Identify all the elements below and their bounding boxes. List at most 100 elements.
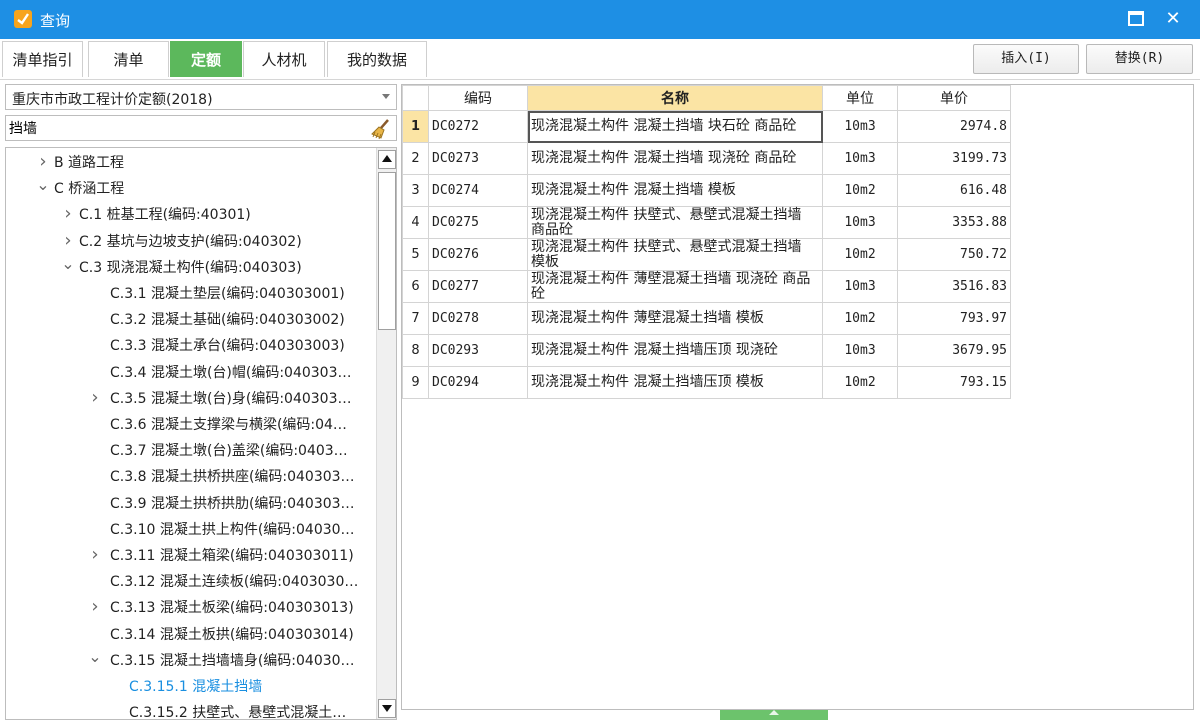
tree-item[interactable]: C.3.9 混凝土拱桥拱肋(编码:040303… [6,491,376,517]
cell-price[interactable]: 2974.8 [897,110,1011,143]
table-row[interactable]: 7 DC0278 现浇混凝土构件 薄壁混凝土挡墙 模板 10m2 793.97 [402,302,1011,335]
tree-item[interactable]: C.3.1 混凝土垫层(编码:040303001) [6,281,376,307]
cell-price[interactable]: 3679.95 [897,334,1011,367]
row-number[interactable]: 8 [402,334,429,367]
cell-unit[interactable]: 10m3 [822,142,898,175]
cell-code[interactable]: DC0276 [428,238,528,271]
table-row[interactable]: 2 DC0273 现浇混凝土构件 混凝土挡墙 现浇砼 商品砼 10m3 3199.73 [402,142,1011,175]
tree-scrollbar[interactable] [376,148,396,719]
tree-item[interactable]: C.3.3 混凝土承台(编码:040303003) [6,333,376,359]
tree-item[interactable]: C.3.14 混凝土板拱(编码:040303014) [6,622,376,648]
table-row[interactable]: 3 DC0274 现浇混凝土构件 混凝土挡墙 模板 10m2 616.48 [402,174,1011,207]
tree-item[interactable]: ⌄ C 桥涵工程 [6,176,376,202]
chevron-right-icon[interactable]: › [61,202,75,227]
cell-unit[interactable]: 10m2 [822,366,898,399]
cell-price[interactable]: 793.97 [897,302,1011,335]
cell-price[interactable]: 793.15 [897,366,1011,399]
chevron-right-icon[interactable]: › [61,229,75,254]
chevron-down-icon[interactable]: ⌄ [36,176,50,198]
cell-price[interactable]: 3353.88 [897,206,1011,239]
table-row[interactable]: 4 DC0275 现浇混凝土构件 扶壁式、悬壁式混凝土挡墙 商品砼 10m3 3353.… [402,206,1011,239]
scroll-up-button[interactable] [378,150,396,169]
row-number[interactable]: 3 [402,174,429,207]
column-header-price[interactable]: 单价 [897,85,1011,111]
table-row[interactable]: 9 DC0294 现浇混凝土构件 混凝土挡墙压顶 模板 10m2 793.15 [402,366,1011,399]
row-number[interactable]: 6 [402,270,429,303]
tab-my-data[interactable]: 我的数据 [327,41,427,77]
row-number[interactable]: 9 [402,366,429,399]
tree-item[interactable]: › B 道路工程 [6,150,376,176]
table-row[interactable]: 8 DC0293 现浇混凝土构件 混凝土挡墙压顶 现浇砼 10m3 3679.95 [402,334,1011,367]
cell-name[interactable]: 现浇混凝土构件 混凝土挡墙 模板 [527,174,823,207]
row-number[interactable]: 5 [402,238,429,271]
cell-name[interactable]: 现浇混凝土构件 混凝土挡墙压顶 模板 [527,366,823,399]
broom-icon[interactable] [370,118,392,140]
chevron-right-icon[interactable]: › [88,595,102,620]
cell-unit[interactable]: 10m3 [822,110,898,143]
chevron-right-icon[interactable]: › [88,543,102,568]
cell-unit[interactable]: 10m2 [822,174,898,207]
row-number[interactable]: 2 [402,142,429,175]
column-header-code[interactable]: 编码 [428,85,528,111]
cell-code[interactable]: DC0277 [428,270,528,303]
cell-code[interactable]: DC0273 [428,142,528,175]
row-number[interactable]: 1 [402,110,429,143]
tree-item[interactable]: C.3.6 混凝土支撑梁与横梁(编码:04… [6,412,376,438]
chevron-down-icon[interactable] [382,94,390,99]
cell-code[interactable]: DC0272 [428,110,528,143]
replace-button[interactable]: 替换(R) [1086,44,1193,74]
column-header-name[interactable]: 名称 [527,85,823,111]
library-select[interactable]: 重庆市市政工程计价定额(2018) [5,84,397,110]
cell-name[interactable]: 现浇混凝土构件 扶壁式、悬壁式混凝土挡墙 模板 [527,238,823,271]
column-header-unit[interactable]: 单位 [822,85,898,111]
cell-name[interactable]: 现浇混凝土构件 混凝土挡墙 现浇砼 商品砼 [527,142,823,175]
tree-item[interactable]: C.3.15.2 扶壁式、悬壁式混凝土… [6,700,376,719]
tree-item[interactable]: C.3.10 混凝土拱上构件(编码:04030… [6,517,376,543]
chevron-right-icon[interactable]: › [88,386,102,411]
tree-item[interactable]: › C.3.5 混凝土墩(台)身(编码:040303… [6,386,376,412]
scroll-thumb[interactable] [378,172,396,330]
tree-item[interactable]: › C.3.11 混凝土箱梁(编码:040303011) [6,543,376,569]
cell-name[interactable]: 现浇混凝土构件 薄壁混凝土挡墙 现浇砼 商品砼 [527,270,823,303]
scroll-down-button[interactable] [378,699,396,718]
cell-name[interactable]: 现浇混凝土构件 扶壁式、悬壁式混凝土挡墙 商品砼 [527,206,823,239]
tree-item[interactable]: › C.1 桩基工程(编码:40301) [6,202,376,228]
tree-item[interactable]: C.3.2 混凝土基础(编码:040303002) [6,307,376,333]
cell-code[interactable]: DC0278 [428,302,528,335]
table-row[interactable]: 5 DC0276 现浇混凝土构件 扶壁式、悬壁式混凝土挡墙 模板 10m2 750.72 [402,238,1011,271]
cell-price[interactable]: 3199.73 [897,142,1011,175]
cell-code[interactable]: DC0275 [428,206,528,239]
tree-item[interactable]: C.3.8 混凝土拱桥拱座(编码:040303… [6,464,376,490]
tab-quota[interactable]: 定额 [170,41,242,77]
cell-unit[interactable]: 10m3 [822,334,898,367]
tree-item[interactable]: ⌄ C.3.15 混凝土挡墙墙身(编码:04030… [6,648,376,674]
tree-item[interactable]: C.3.12 混凝土连续板(编码:0403030… [6,569,376,595]
cell-price[interactable]: 750.72 [897,238,1011,271]
insert-button[interactable]: 插入(I) [973,44,1079,74]
tree-item[interactable]: C.3.4 混凝土墩(台)帽(编码:040303… [6,360,376,386]
chevron-down-icon[interactable]: ⌄ [61,255,75,277]
tree-item[interactable]: › C.3.13 混凝土板梁(编码:040303013) [6,595,376,621]
tree-item[interactable]: ⌄ C.3 现浇混凝土构件(编码:040303) [6,255,376,281]
cell-name[interactable]: 现浇混凝土构件 混凝土挡墙压顶 现浇砼 [527,334,823,367]
cell-price[interactable]: 3516.83 [897,270,1011,303]
cell-code[interactable]: DC0293 [428,334,528,367]
cell-unit[interactable]: 10m3 [822,270,898,303]
tree-item[interactable]: C.3.7 混凝土墩(台)盖梁(编码:0403… [6,438,376,464]
chevron-right-icon[interactable]: › [36,150,50,175]
cell-price[interactable]: 616.48 [897,174,1011,207]
search-input[interactable] [9,118,359,138]
close-icon[interactable]: ✕ [1160,6,1186,32]
cell-unit[interactable]: 10m3 [822,206,898,239]
row-number[interactable]: 4 [402,206,429,239]
cell-code[interactable]: DC0294 [428,366,528,399]
tree-item[interactable]: › C.2 基坑与边坡支护(编码:040302) [6,229,376,255]
cell-name[interactable]: 现浇混凝土构件 混凝土挡墙 块石砼 商品砼 [527,110,823,143]
table-row[interactable]: 1 DC0272 现浇混凝土构件 混凝土挡墙 块石砼 商品砼 10m3 2974.8 [402,110,1011,143]
maximize-icon[interactable] [1123,6,1149,32]
cell-name[interactable]: 现浇混凝土构件 薄壁混凝土挡墙 模板 [527,302,823,335]
row-number[interactable]: 7 [402,302,429,335]
cell-unit[interactable]: 10m2 [822,238,898,271]
chevron-down-icon[interactable]: ⌄ [88,648,102,670]
tab-labor-material-machine[interactable]: 人材机 [243,41,325,77]
